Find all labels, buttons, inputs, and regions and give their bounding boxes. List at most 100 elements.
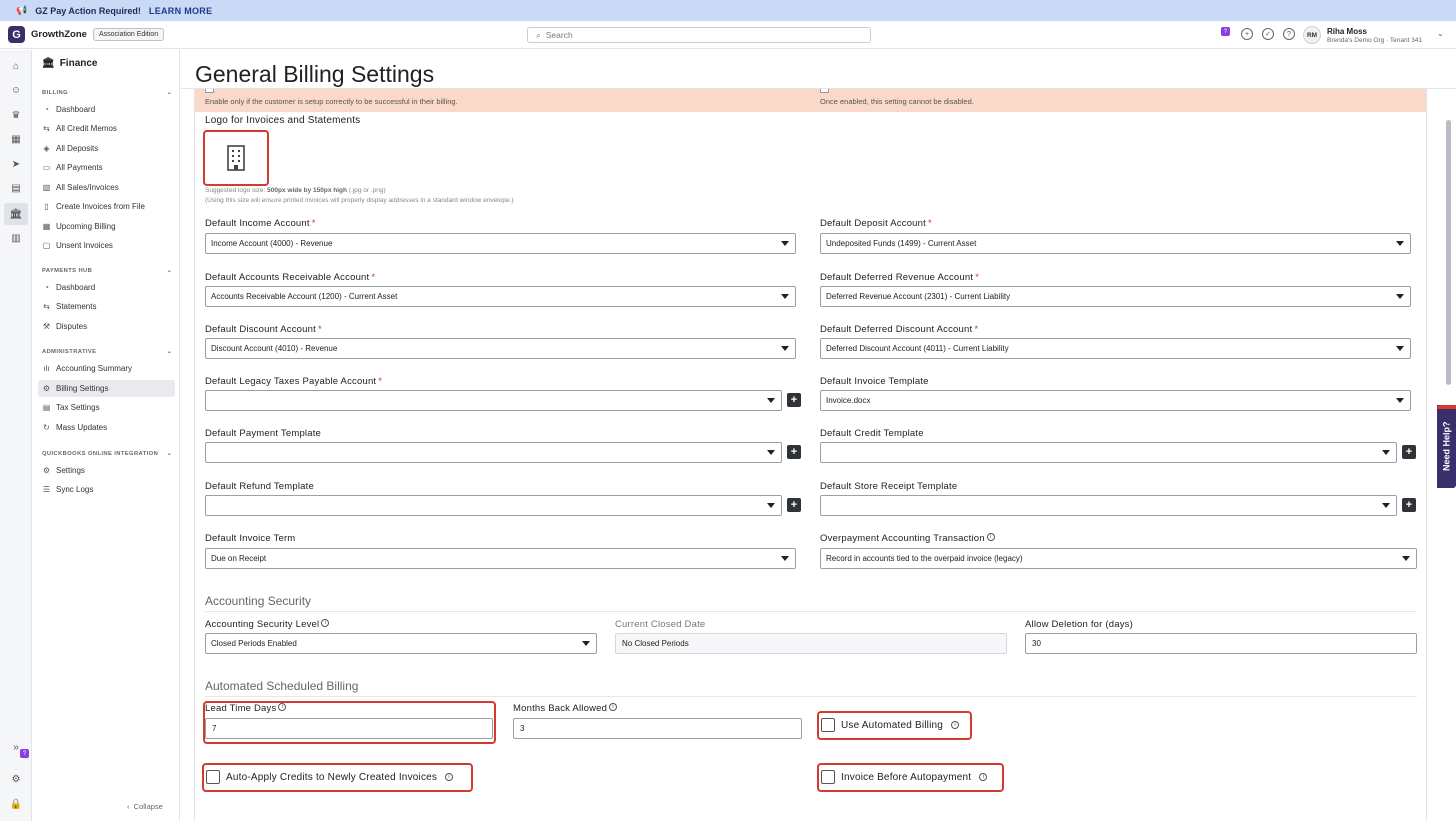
sidebar-item-sync-logs[interactable]: ☰ Sync Logs (38, 481, 175, 498)
send-icon[interactable]: ➤ (9, 157, 23, 171)
sidebar-section-billing[interactable]: BILLING ⌄ (42, 90, 172, 96)
contacts-icon[interactable]: ☺ (9, 83, 23, 97)
alert-checkbox[interactable] (820, 89, 829, 93)
refund-template-select[interactable] (205, 495, 782, 516)
deferred-discount-select[interactable]: Deferred Discount Account (4011) - Curre… (820, 338, 1411, 359)
sidebar-item-credit-memos[interactable]: ⇆ All Credit Memos (38, 120, 175, 137)
logo-hint: Suggested logo size: 500px wide by 150px… (205, 187, 386, 194)
sidebar-item-dashboard[interactable]: ◔ Dashboard (38, 101, 175, 118)
top-nav: G GrowthZone Association Edition ⌕ Searc… (0, 21, 1456, 49)
deletion-days-input[interactable]: 30 (1025, 633, 1417, 654)
sidebar-item-payments[interactable]: ▭ All Payments (38, 159, 175, 176)
select-value: Deferred Revenue Account (2301) - Curren… (826, 292, 1011, 301)
scrollbar-thumb[interactable] (1446, 120, 1451, 385)
sidebar-item-billing-settings[interactable]: ⚙ Billing Settings (38, 380, 175, 397)
user-menu[interactable]: Riha Moss Brenda's Demo Org · Tenant 341 (1327, 27, 1422, 44)
discount-account-select[interactable]: Discount Account (4010) - Revenue (205, 338, 796, 359)
add-credit-template-button[interactable]: + (1402, 445, 1416, 459)
chevron-down-icon[interactable]: ⌄ (1437, 29, 1444, 38)
legacy-tax-select[interactable] (205, 390, 782, 411)
label-text: Default Deposit Account (820, 218, 926, 229)
sidebar-item-label: Create Invoices from File (56, 202, 145, 211)
hint-size: 500px wide by 150px high (267, 187, 347, 194)
add-payment-template-button[interactable]: + (787, 445, 801, 459)
help-badge[interactable]: ? (1221, 27, 1230, 36)
deferred-revenue-select[interactable]: Deferred Revenue Account (2301) - Curren… (820, 286, 1411, 307)
alert-left-text: Enable only if the customer is setup cor… (205, 97, 458, 106)
security-level-select[interactable]: Closed Periods Enabled (205, 633, 597, 654)
sidebar-section-quickbooks[interactable]: QUICKBOOKS ONLINE INTEGRATION ⌄ (42, 451, 172, 457)
add-legacy-tax-button[interactable]: + (787, 393, 801, 407)
select-value: Deferred Discount Account (4011) - Curre… (826, 344, 1009, 353)
overpayment-select[interactable]: Record in accounts tied to the overpaid … (820, 548, 1417, 569)
search-input[interactable]: ⌕ Search ? (527, 27, 1230, 43)
user-name: Riha Moss (1327, 27, 1368, 36)
alert-checkbox[interactable] (205, 89, 214, 93)
deposit-account-select[interactable]: Undeposited Funds (1499) - Current Asset (820, 233, 1411, 254)
gear-icon[interactable]: ⚙ (9, 772, 23, 786)
sidebar: 🏛 Finance BILLING ⌄ ◔ Dashboard ⇆ All Credi… (33, 50, 180, 821)
sidebar-item-disputes[interactable]: ⚒ Disputes (38, 318, 175, 335)
sidebar-item-upcoming-billing[interactable]: ▦ Upcoming Billing (38, 218, 175, 235)
need-help-button[interactable]: Need Help? (1437, 405, 1456, 488)
help-icon[interactable]: ? (1283, 28, 1295, 40)
icon-rail: ⌂ ☺ ♛ ▦ ➤ ▤ 🏛 ▥ » ? ⚙ 🔒 (0, 50, 32, 821)
logo-hint-2: (Using this size will ensure printed inv… (205, 197, 514, 204)
months-back-input[interactable]: 3 (513, 718, 802, 739)
info-icon[interactable]: i (321, 619, 330, 627)
store-icon[interactable]: ▤ (9, 181, 23, 195)
invoice-term-select[interactable]: Due on Receipt (205, 548, 796, 569)
ar-account-select[interactable]: Accounts Receivable Account (1200) - Cur… (205, 286, 796, 307)
add-store-receipt-button[interactable]: + (1402, 498, 1416, 512)
info-icon[interactable]: i (986, 533, 995, 541)
add-refund-template-button[interactable]: + (787, 498, 801, 512)
chevron-down-icon: ⌄ (166, 268, 172, 274)
sidebar-item-hub-dashboard[interactable]: ◔ Dashboard (38, 279, 175, 296)
refresh-icon: ↻ (43, 423, 50, 432)
credit-template-select[interactable] (820, 442, 1397, 463)
sidebar-item-qb-settings[interactable]: ⚙ Settings (38, 462, 175, 479)
megaphone-icon: 📢 (16, 5, 28, 15)
check-circle-icon[interactable]: ✓ (1262, 28, 1274, 40)
sidebar-item-tax-settings[interactable]: ▤ Tax Settings (38, 399, 175, 416)
payment-template-select[interactable] (205, 442, 782, 463)
discount-account-label: Default Discount Account * (205, 324, 322, 335)
home-icon[interactable]: ⌂ (9, 59, 23, 73)
label-text: Months Back Allowed (513, 703, 608, 714)
calendar-icon[interactable]: ▦ (9, 132, 23, 146)
help-badge-rail[interactable]: ? (20, 749, 29, 758)
collapse-button[interactable]: ‹ Collapse (127, 802, 163, 811)
sidebar-item-accounting-summary[interactable]: ılı Accounting Summary (38, 360, 175, 377)
lock-icon[interactable]: 🔒 (9, 797, 23, 811)
info-icon[interactable]: i (609, 703, 618, 711)
highlight-box (817, 763, 1004, 792)
sidebar-item-unsent-invoices[interactable]: ▢ Unsent Invoices (38, 237, 175, 254)
bank-icon: 🏛 (42, 58, 55, 69)
sidebar-item-mass-updates[interactable]: ↻ Mass Updates (38, 419, 175, 436)
invoice-template-select[interactable]: Invoice.docx (820, 390, 1411, 411)
sidebar-section-payments-hub[interactable]: PAYMENTS HUB ⌄ (42, 268, 172, 274)
sidebar-item-deposits[interactable]: ◈ All Deposits (38, 140, 175, 157)
dashboard-icon: ◔ (44, 283, 49, 292)
reports-icon[interactable]: ▥ (9, 231, 23, 245)
learn-more-link[interactable]: LEARN MORE (149, 6, 213, 16)
growthzone-logo-icon[interactable]: G (8, 26, 25, 43)
sidebar-item-create-invoices[interactable]: ▯ Create Invoices from File (38, 198, 175, 215)
invoice-template-label: Default Invoice Template (820, 376, 929, 387)
select-value: Income Account (4000) - Revenue (211, 239, 333, 248)
sidebar-title: 🏛 Finance (42, 58, 98, 69)
sidebar-item-label: Dashboard (56, 283, 96, 292)
label-text: Overpayment Accounting Transaction (820, 533, 985, 544)
announcement-bar: 📢 GZ Pay Action Required! LEARN MORE (0, 0, 1456, 21)
credit-memo-icon: ⇆ (43, 124, 50, 133)
finance-icon[interactable]: 🏛 (4, 203, 28, 225)
store-receipt-select[interactable] (820, 495, 1397, 516)
avatar[interactable]: RM (1303, 26, 1321, 44)
sidebar-item-sales-invoices[interactable]: ▧ All Sales/Invoices (38, 179, 175, 196)
membership-icon[interactable]: ♛ (9, 108, 23, 122)
sidebar-item-statements[interactable]: ⇆ Statements (38, 298, 175, 315)
gavel-icon: ⚒ (42, 322, 51, 331)
add-icon[interactable]: + (1241, 28, 1253, 40)
income-account-select[interactable]: Income Account (4000) - Revenue (205, 233, 796, 254)
sidebar-section-administrative[interactable]: ADMINISTRATIVE ⌄ (42, 349, 172, 355)
